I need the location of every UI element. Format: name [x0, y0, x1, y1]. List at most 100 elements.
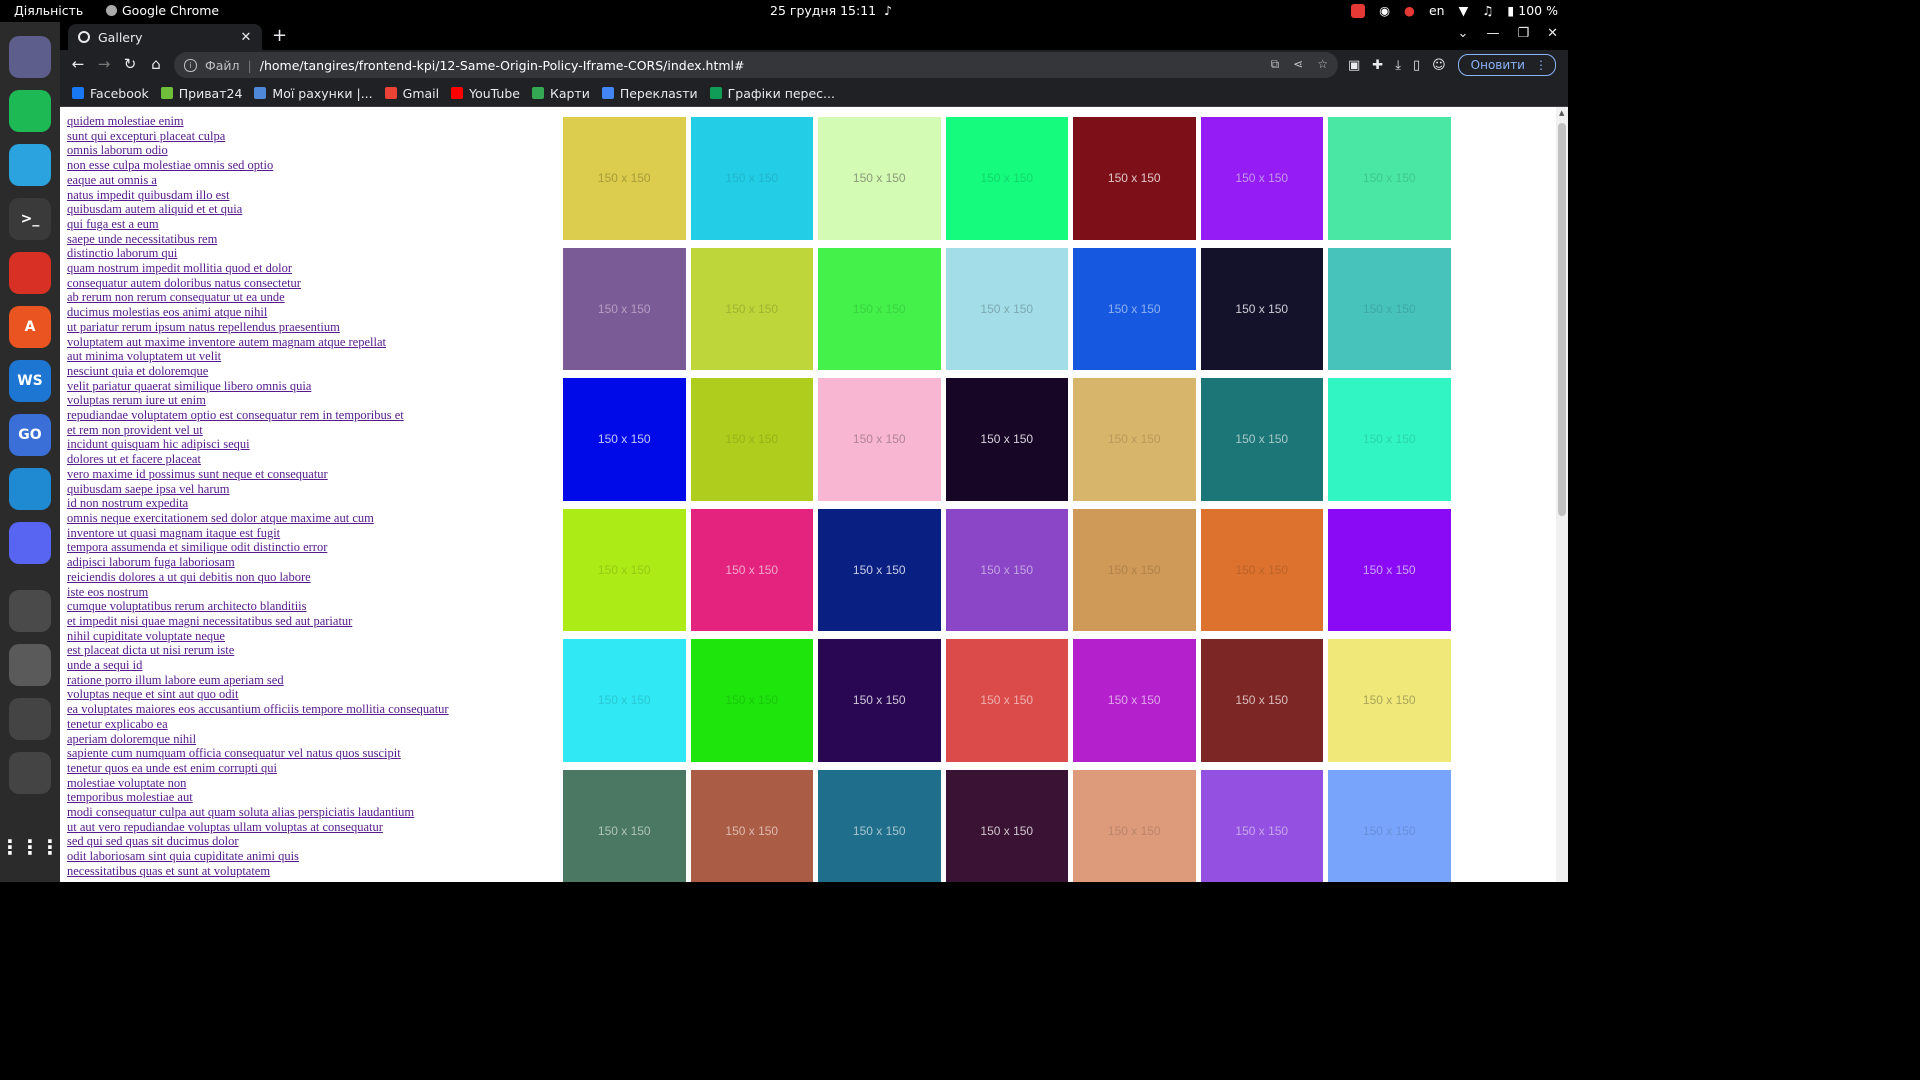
- gallery-thumbnail[interactable]: 150 x 150: [1328, 769, 1451, 882]
- album-link[interactable]: ea voluptates maiores eos accusantium of…: [67, 702, 547, 717]
- translate-page-icon[interactable]: ⧉: [1271, 57, 1280, 72]
- album-link[interactable]: omnis neque exercitationem sed dolor atq…: [67, 511, 547, 526]
- scroll-up-icon[interactable]: ▲: [1559, 109, 1564, 117]
- disk-icon-2[interactable]: [9, 752, 51, 794]
- discord-tray-icon[interactable]: ◉: [1379, 3, 1390, 18]
- album-link[interactable]: ratione porro illum labore eum aperiam s…: [67, 673, 547, 688]
- album-link[interactable]: tenetur quos ea unde est enim corrupti q…: [67, 761, 547, 776]
- gallery-thumbnail[interactable]: 150 x 150: [690, 247, 813, 370]
- album-link[interactable]: modi consequatur culpa aut quam soluta a…: [67, 805, 547, 820]
- album-link[interactable]: nesciunt quia et doloremque: [67, 364, 547, 379]
- album-link[interactable]: non esse culpa molestiae omnis sed optio: [67, 158, 547, 173]
- gallery-thumbnail[interactable]: 150 x 150: [945, 508, 1068, 631]
- gallery-thumbnail[interactable]: 150 x 150: [945, 639, 1068, 762]
- gallery-thumbnail[interactable]: 150 x 150: [1328, 247, 1451, 370]
- album-link[interactable]: velit pariatur quaerat similique libero …: [67, 379, 547, 394]
- gallery-thumbnail[interactable]: 150 x 150: [945, 117, 1068, 240]
- album-link[interactable]: inventore ut quasi magnam itaque est fug…: [67, 526, 547, 541]
- page-scrollbar[interactable]: ▲: [1556, 107, 1568, 882]
- gallery-thumbnail[interactable]: 150 x 150: [1200, 378, 1323, 501]
- album-link[interactable]: voluptas neque et sint aut quo odit: [67, 687, 547, 702]
- album-link[interactable]: sunt qui excepturi placeat culpa: [67, 129, 547, 144]
- bookmark-item[interactable]: Facebook: [72, 86, 149, 101]
- update-button[interactable]: Оновити ⋮: [1457, 54, 1556, 76]
- webstorm-icon[interactable]: WS: [9, 360, 51, 402]
- album-link[interactable]: sed qui sed quas sit ducimus dolor: [67, 834, 547, 849]
- gallery-thumbnail[interactable]: 150 x 150: [563, 247, 686, 370]
- album-link[interactable]: voluptas rerum iure ut enim: [67, 393, 547, 408]
- extension-icon[interactable]: ▣: [1348, 58, 1360, 73]
- download-icon[interactable]: ⤓: [1395, 58, 1401, 73]
- gallery-thumbnail[interactable]: 150 x 150: [1200, 769, 1323, 882]
- album-link[interactable]: aut minima voluptatem ut velit: [67, 349, 547, 364]
- album-link[interactable]: quam nostrum impedit mollitia quod et do…: [67, 261, 547, 276]
- album-link[interactable]: ab rerum non rerum consequatur ut ea und…: [67, 290, 547, 305]
- album-link[interactable]: id non nostrum expedita: [67, 496, 547, 511]
- gallery-thumbnail[interactable]: 150 x 150: [563, 639, 686, 762]
- site-info-icon[interactable]: i: [184, 58, 197, 72]
- album-link[interactable]: repudiandae voluptatem optio est consequ…: [67, 408, 547, 423]
- album-link[interactable]: tenetur explicabo ea: [67, 717, 547, 732]
- reload-icon[interactable]: ↻: [120, 55, 140, 73]
- bookmark-item[interactable]: Графіки перес...: [709, 86, 835, 101]
- restore-icon[interactable]: ❐: [1517, 26, 1529, 41]
- gallery-thumbnail[interactable]: 150 x 150: [690, 378, 813, 501]
- album-link[interactable]: voluptatem aut maxime inventore autem ma…: [67, 335, 547, 350]
- gallery-thumbnail[interactable]: 150 x 150: [1328, 378, 1451, 501]
- album-link[interactable]: eaque aut omnis a: [67, 173, 547, 188]
- album-link[interactable]: et impedit nisi quae magni necessitatibu…: [67, 614, 547, 629]
- album-link[interactable]: odit laboriosam sint quia cupiditate ani…: [67, 849, 547, 864]
- gallery-thumbnail[interactable]: 150 x 150: [1073, 117, 1196, 240]
- gallery-thumbnail[interactable]: 150 x 150: [1328, 117, 1451, 240]
- bookmark-item[interactable]: Приват24: [160, 86, 242, 101]
- gallery-thumbnail[interactable]: 150 x 150: [690, 117, 813, 240]
- spotify-icon[interactable]: [9, 90, 51, 132]
- activities-button[interactable]: Діяльність: [14, 3, 83, 18]
- gallery-thumbnail[interactable]: 150 x 150: [563, 769, 686, 882]
- show-apps-icon[interactable]: ⋮⋮⋮: [0, 826, 60, 868]
- tab-search-icon[interactable]: ⌄: [1458, 26, 1469, 41]
- album-link[interactable]: est placeat dicta ut nisi rerum iste: [67, 643, 547, 658]
- new-tab-icon[interactable]: +: [272, 25, 287, 46]
- album-link[interactable]: distinctio laborum qui: [67, 246, 547, 261]
- url-text[interactable]: /home/tangires/frontend-kpi/12-Same-Orig…: [260, 58, 745, 73]
- discord-icon[interactable]: [9, 522, 51, 564]
- bookmark-item[interactable]: Gmail: [384, 86, 439, 101]
- app-menu[interactable]: Google Chrome: [106, 3, 219, 18]
- wifi-icon[interactable]: ▼: [1459, 3, 1469, 18]
- gallery-thumbnail[interactable]: 150 x 150: [563, 378, 686, 501]
- disk-icon-1[interactable]: [9, 698, 51, 740]
- keyboard-language[interactable]: en: [1429, 3, 1445, 18]
- album-link[interactable]: incidunt quisquam hic adipisci sequi: [67, 437, 547, 452]
- gallery-thumbnail[interactable]: 150 x 150: [818, 378, 941, 501]
- album-link[interactable]: quidem molestiae enim: [67, 114, 547, 129]
- gallery-thumbnail[interactable]: 150 x 150: [1073, 378, 1196, 501]
- puzzle-extensions-icon[interactable]: ✚: [1372, 58, 1383, 73]
- gallery-thumbnail[interactable]: 150 x 150: [1200, 117, 1323, 240]
- volume-icon[interactable]: ♫: [1482, 3, 1493, 18]
- gallery-thumbnail[interactable]: 150 x 150: [818, 117, 941, 240]
- search-tool-icon[interactable]: [9, 644, 51, 686]
- gallery-thumbnail[interactable]: 150 x 150: [945, 378, 1068, 501]
- vscode-icon[interactable]: [9, 468, 51, 510]
- back-icon[interactable]: ←: [68, 55, 88, 73]
- gallery-thumbnail[interactable]: 150 x 150: [1200, 639, 1323, 762]
- album-link[interactable]: iste eos nostrum: [67, 585, 547, 600]
- gallery-thumbnail[interactable]: 150 x 150: [1200, 247, 1323, 370]
- album-link[interactable]: unde a sequi id: [67, 658, 547, 673]
- album-link[interactable]: adipisci laborum fuga laboriosam: [67, 555, 547, 570]
- files-icon[interactable]: [9, 36, 51, 78]
- gallery-thumbnail[interactable]: 150 x 150: [945, 769, 1068, 882]
- home-icon[interactable]: ⌂: [146, 55, 166, 73]
- bookmark-item[interactable]: YouTube: [451, 86, 520, 101]
- album-link[interactable]: nihil cupiditate voluptate neque: [67, 629, 547, 644]
- album-link[interactable]: consequatur autem doloribus natus consec…: [67, 276, 547, 291]
- album-link[interactable]: molestiae voluptate non: [67, 776, 547, 791]
- gallery-thumbnail[interactable]: 150 x 150: [1328, 639, 1451, 762]
- battery-status[interactable]: ▮ 100 %: [1507, 3, 1558, 18]
- forward-icon[interactable]: →: [94, 55, 114, 73]
- gallery-thumbnail[interactable]: 150 x 150: [818, 247, 941, 370]
- bookmark-item[interactable]: Переклasти: [601, 86, 698, 101]
- album-link[interactable]: saepe unde necessitatibus rem: [67, 232, 547, 247]
- goland-icon[interactable]: GO: [9, 414, 51, 456]
